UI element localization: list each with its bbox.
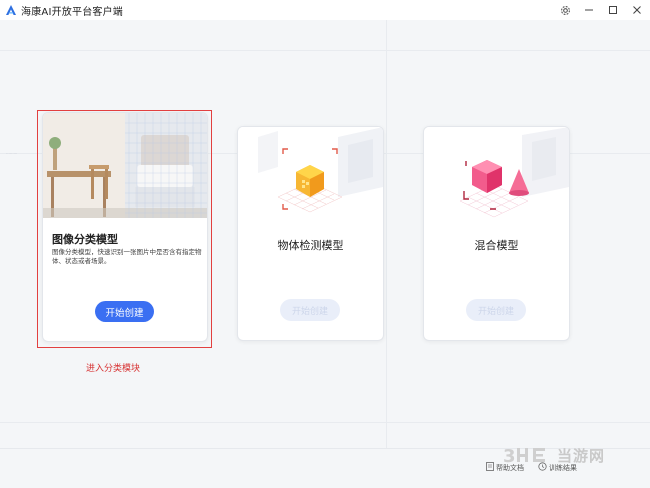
ghost-label: ·········: [6, 151, 18, 156]
guide-line: [0, 422, 650, 423]
window-controls: [558, 0, 644, 20]
start-create-button[interactable]: 开始创建: [466, 299, 526, 321]
card-mixed-model[interactable]: 混合模型 开始创建: [423, 126, 570, 341]
app-logo-icon: [4, 3, 18, 17]
mixed-model-illustration: [424, 127, 569, 227]
clock-icon: [538, 462, 547, 473]
close-icon[interactable]: [630, 3, 644, 17]
guide-line: [386, 20, 387, 448]
training-results-link[interactable]: 训练结果: [538, 462, 577, 473]
app-title: 海康AI开放平台客户端: [21, 6, 123, 18]
maximize-icon[interactable]: [606, 3, 620, 17]
start-create-button[interactable]: 开始创建: [280, 299, 340, 321]
highlight-box: [37, 110, 212, 348]
annotation-label: 进入分类模块: [86, 364, 141, 374]
help-docs-link[interactable]: 帮助文档: [486, 462, 524, 473]
help-docs-label: 帮助文档: [496, 463, 524, 472]
guide-line: [0, 50, 650, 51]
settings-gear-icon[interactable]: [558, 3, 572, 17]
card-object-detection[interactable]: 物体检测模型 开始创建: [237, 126, 384, 341]
card-title: 混合模型: [474, 239, 519, 252]
training-results-label: 训练结果: [549, 463, 577, 472]
minimize-icon[interactable]: [582, 3, 596, 17]
title-bar: 海康AI开放平台客户端: [0, 0, 650, 20]
card-title: 物体检测模型: [277, 239, 344, 252]
object-detection-illustration: [238, 127, 383, 227]
document-icon: [486, 462, 494, 473]
